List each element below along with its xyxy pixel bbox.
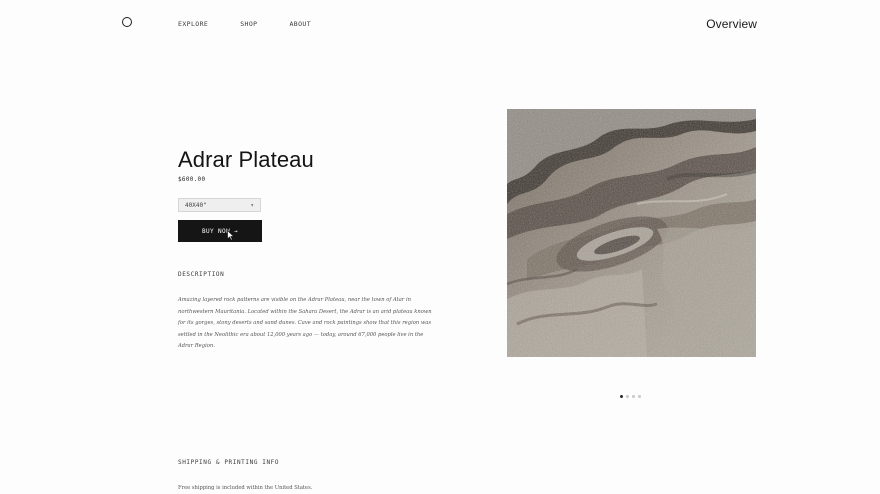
description-label: DESCRIPTION [178, 271, 225, 278]
page-title-overview: Overview [706, 17, 757, 31]
carousel-dot-4[interactable] [638, 395, 641, 398]
logo-circle-icon[interactable] [122, 17, 132, 27]
carousel-dots [620, 395, 641, 398]
description-text: Amazing layered rock patterns are visibl… [178, 297, 432, 349]
product-price: $600.00 [178, 176, 206, 183]
size-select[interactable]: 40X40" ▾ [178, 198, 261, 212]
main-nav: EXPLORE SHOP ABOUT [178, 20, 311, 28]
buy-now-button[interactable]: BUY NOW → [178, 220, 262, 242]
chevron-down-icon: ▾ [250, 201, 254, 209]
carousel-dot-2[interactable] [626, 395, 629, 398]
product-title: Adrar Plateau [178, 147, 314, 172]
terrain-image [507, 109, 756, 357]
carousel-dot-1[interactable] [620, 395, 623, 398]
mouse-pointer-icon [227, 230, 235, 241]
size-select-value: 40X40" [185, 201, 207, 209]
shipping-label: SHIPPING & PRINTING INFO [178, 459, 280, 466]
product-image[interactable] [507, 109, 756, 357]
nav-item-shop[interactable]: SHOP [240, 20, 257, 28]
product-page: EXPLORE SHOP ABOUT Overview Adrar Platea… [0, 0, 880, 494]
nav-item-about[interactable]: ABOUT [289, 20, 311, 28]
nav-item-explore[interactable]: EXPLORE [178, 20, 208, 28]
shipping-text: Free shipping is included within the Uni… [178, 485, 313, 491]
carousel-dot-3[interactable] [632, 395, 635, 398]
